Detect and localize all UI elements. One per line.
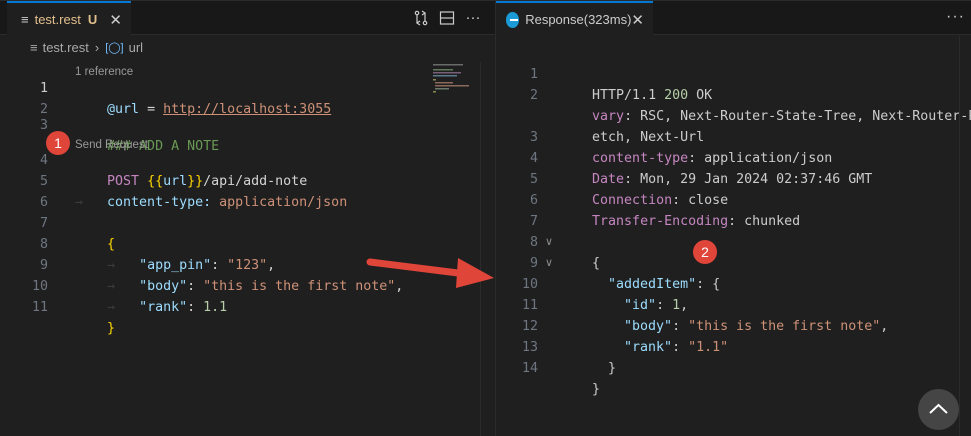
code-line-10[interactable]: → "rank": 1.1 xyxy=(75,276,227,315)
close-icon[interactable]: ✕ xyxy=(109,11,122,29)
step-badge-1: 1 xyxy=(46,131,70,155)
line-number: 11 xyxy=(31,300,48,315)
tab-title: Response(323ms) xyxy=(525,12,632,27)
line-number: 5 xyxy=(39,174,48,189)
comma: , xyxy=(880,319,889,334)
json-line[interactable]: "body": "this is the first note", xyxy=(592,295,888,334)
colon: : xyxy=(187,300,204,315)
line-number: 12 xyxy=(521,319,538,334)
close-brace: } xyxy=(608,361,617,376)
header-line[interactable]: Transfer-Encoding: chunked xyxy=(560,190,800,229)
header-name: Transfer-Encoding xyxy=(592,214,729,229)
left-editor-pane: ≡ test.rest U ✕ ··· ≡ test.rest › [◯] ur… xyxy=(0,0,495,436)
json-line[interactable]: { xyxy=(560,232,600,271)
json-value: "1.1" xyxy=(688,340,729,355)
status-line[interactable]: HTTP/1.1 200 OK xyxy=(560,64,712,103)
compare-changes-icon[interactable] xyxy=(412,10,430,30)
chevron-up-icon xyxy=(929,403,948,414)
whitespace-arrow-icon: → xyxy=(75,195,84,210)
more-actions-icon[interactable]: ··· xyxy=(464,10,482,26)
code-line-4[interactable]: POST {{url}}/api/add-note xyxy=(75,150,307,189)
chevron-down-icon[interactable]: ∨ xyxy=(545,232,553,253)
header-value: application/json xyxy=(219,195,348,210)
text-file-icon: ≡ xyxy=(30,39,38,55)
scroll-to-top-button[interactable] xyxy=(918,389,959,430)
json-value: 1.1 xyxy=(203,300,228,315)
line-number: 8 xyxy=(39,237,48,252)
header-line[interactable]: vary: RSC, Next-Router-State-Tree, Next-… xyxy=(560,85,971,124)
line-number: 14 xyxy=(521,361,538,376)
line-number: 11 xyxy=(521,298,538,313)
code-line-5[interactable]: content-type: application/json xyxy=(75,171,347,210)
line-number: 2 xyxy=(529,88,538,103)
line-number: 7 xyxy=(39,216,48,231)
line-number: 13 xyxy=(521,340,538,355)
chevron-down-icon[interactable]: ∨ xyxy=(545,253,553,274)
header-line-wrap[interactable]: etch, Next-Url xyxy=(560,106,704,145)
json-line[interactable]: } xyxy=(560,358,600,397)
line-number: 6 xyxy=(529,193,538,208)
line-number: 3 xyxy=(39,118,48,133)
variable-symbol-icon: [◯] xyxy=(105,41,124,54)
minimap[interactable] xyxy=(433,64,479,94)
line-number: 7 xyxy=(529,214,538,229)
json-line[interactable]: "id": 1, xyxy=(592,274,688,313)
chevron-right-icon: › xyxy=(94,39,100,55)
header-line[interactable]: content-type: application/json xyxy=(560,127,832,166)
code-line-11[interactable]: } xyxy=(75,297,115,336)
text-file-icon: ≡ xyxy=(21,12,29,27)
more-actions-icon[interactable]: ··· xyxy=(946,8,965,26)
response-icon xyxy=(506,11,520,28)
line-number: 3 xyxy=(529,130,538,145)
json-key: "rank" xyxy=(139,300,188,315)
tab-test-rest[interactable]: ≡ test.rest U ✕ xyxy=(7,1,131,36)
breadcrumb-symbol[interactable]: url xyxy=(129,40,143,55)
header-name: content-type: xyxy=(107,195,220,210)
right-scrollbar-track[interactable] xyxy=(959,36,960,436)
split-editor-icon[interactable] xyxy=(438,10,456,30)
close-brace: } xyxy=(592,382,601,397)
step-badge-2: 2 xyxy=(693,240,717,264)
header-value: : chunked xyxy=(728,214,801,229)
line-number: 8 xyxy=(529,235,538,250)
tab-response[interactable]: Response(323ms) ✕ xyxy=(496,1,653,36)
response-pane: Response(323ms) ✕ ··· 1 2 3 4 5 6 7 8 9 … xyxy=(496,0,971,436)
breadcrumb: ≡ test.rest › [◯] url xyxy=(0,36,495,58)
code-line-8[interactable]: → "app_pin": "123", xyxy=(75,234,275,273)
header-line[interactable]: Connection: close xyxy=(560,169,728,208)
breadcrumb-file[interactable]: test.rest xyxy=(43,40,89,55)
json-line[interactable]: "rank": "1.1" xyxy=(592,316,728,355)
code-line-7[interactable]: { xyxy=(75,213,115,252)
line-number: 4 xyxy=(39,153,48,168)
json-key: "rank" xyxy=(624,340,673,355)
right-tab-bar: Response(323ms) ✕ ··· xyxy=(496,0,971,36)
json-line[interactable]: } xyxy=(576,337,616,376)
code-line-9[interactable]: → "body": "this is the first note", xyxy=(75,255,403,294)
line-number: 6 xyxy=(39,195,48,210)
line-number: 9 xyxy=(39,258,48,273)
line-number: 5 xyxy=(529,172,538,187)
line-number: 4 xyxy=(529,151,538,166)
close-icon[interactable]: ✕ xyxy=(631,11,644,29)
header-line[interactable]: Date: Mon, 29 Jan 2024 02:37:46 GMT xyxy=(560,148,872,187)
code-line-3[interactable]: ### ADD A NOTE xyxy=(75,115,219,154)
line-number: 10 xyxy=(521,277,538,292)
line-number: 9 xyxy=(529,256,538,271)
line-number: 1 xyxy=(529,67,538,82)
annotation-arrow-icon xyxy=(366,258,494,288)
untracked-status: U xyxy=(87,12,98,27)
left-tab-bar: ≡ test.rest U ✕ ··· xyxy=(0,0,495,36)
line-number: 10 xyxy=(31,279,48,294)
colon: : xyxy=(672,340,689,355)
code-line-1[interactable]: @url = http://localhost:3055 xyxy=(75,78,331,117)
line-number: 1 xyxy=(39,81,48,96)
json-punct: : { xyxy=(696,277,721,292)
tab-title: test.rest xyxy=(34,12,81,27)
close-brace: } xyxy=(107,321,116,336)
